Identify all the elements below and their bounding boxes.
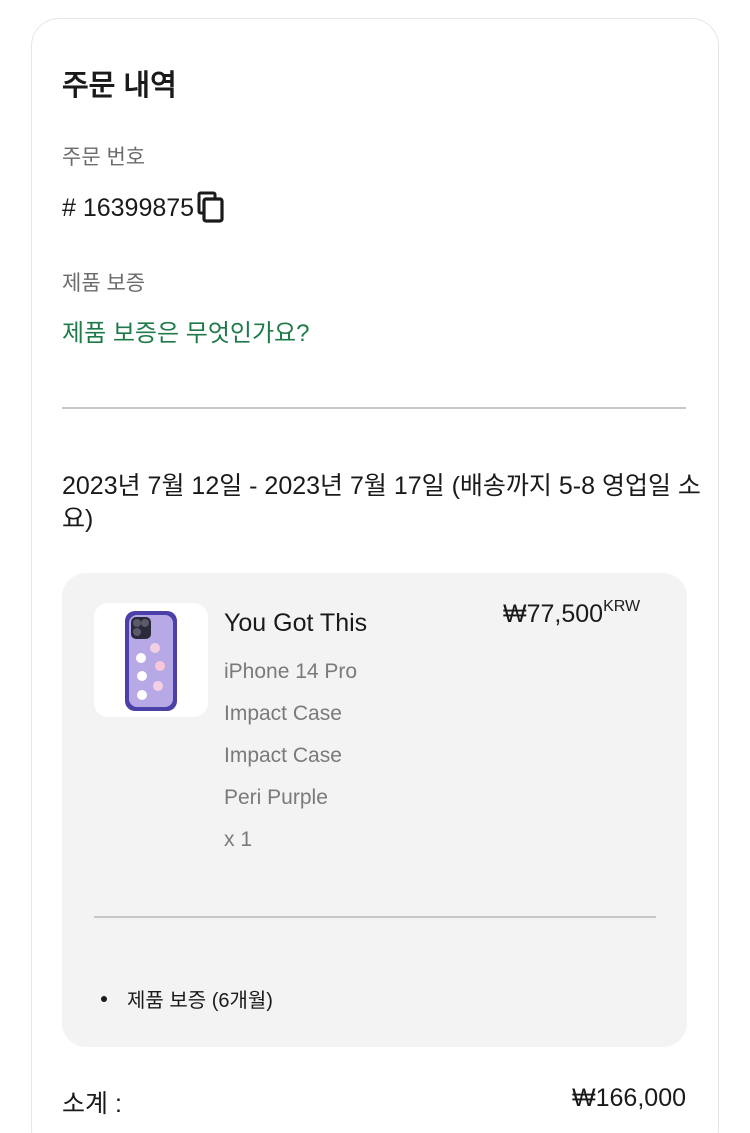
product-name[interactable]: You Got This — [224, 609, 367, 638]
spec-case-style: Impact Case — [224, 744, 342, 767]
spec-case-type: Impact Case — [224, 702, 342, 725]
order-number-label: 주문 번호 — [62, 146, 146, 169]
item-price-currency: KRW — [603, 598, 641, 615]
warranty-label: 제품 보증 — [62, 272, 146, 295]
order-number: # 16399875 — [62, 193, 195, 222]
addon-label: 제품 보증 (6개월) — [127, 990, 273, 1012]
item-divider — [94, 916, 656, 918]
spec-color: Peri Purple — [224, 786, 328, 809]
delivery-estimate: 2023년 7월 12일 - 2023년 7월 17일 (배송까지 5-8 영업… — [62, 472, 701, 533]
copy-icon[interactable] — [196, 191, 226, 225]
subtotal-value: ₩166,000 — [572, 1084, 686, 1112]
spec-quantity: x 1 — [224, 828, 253, 851]
item-price: ₩77,500 KRW — [503, 598, 641, 629]
phone-case-image — [125, 611, 177, 711]
item-price-value: ₩77,500 — [503, 600, 604, 628]
bullet-dot — [101, 995, 107, 1002]
subtotal-label: 소계 : — [62, 1090, 122, 1118]
page-title: 주문 내역 — [62, 70, 177, 102]
addon-list-item: 제품 보증 (6개월) — [101, 984, 273, 1013]
order-number-row: # 16399875 — [62, 191, 226, 225]
warranty-info-link[interactable]: 제품 보증은 무엇인가요? — [62, 313, 309, 348]
section-divider — [62, 407, 686, 409]
spec-device: iPhone 14 Pro — [224, 660, 358, 683]
product-thumbnail[interactable] — [94, 603, 208, 717]
